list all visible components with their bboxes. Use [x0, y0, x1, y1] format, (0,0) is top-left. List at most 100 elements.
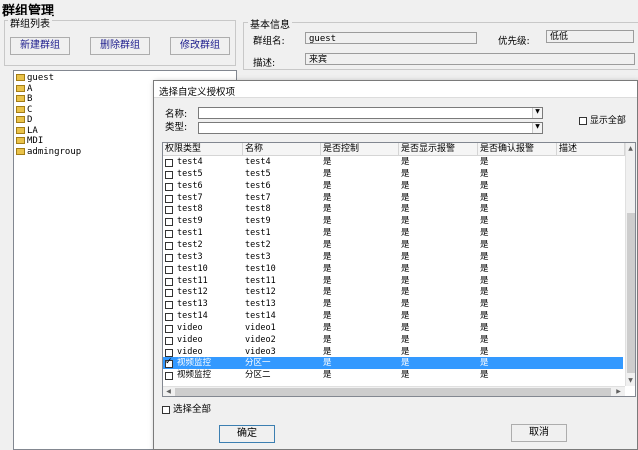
- priority-field[interactable]: 低低: [546, 30, 634, 43]
- table-row[interactable]: 视频监控 分区一 是 是 是: [163, 357, 623, 370]
- cell-confirm-alarm: 是: [480, 180, 489, 191]
- row-checkbox[interactable]: [165, 313, 173, 322]
- column-header-confirm-alarm[interactable]: 是否确认报警: [478, 143, 557, 155]
- row-checkbox[interactable]: [165, 289, 173, 298]
- dialog-titlebar[interactable]: 选择自定义授权项: [154, 81, 637, 98]
- cell-confirm-alarm: 是: [480, 157, 489, 167]
- row-checkbox[interactable]: [165, 170, 173, 179]
- chevron-down-icon[interactable]: ▼: [532, 123, 542, 133]
- row-checkbox[interactable]: [165, 357, 173, 369]
- table-row[interactable]: test11 test11 是 是 是: [163, 275, 623, 287]
- cell-confirm-alarm: 是: [480, 311, 489, 322]
- table-row[interactable]: test4 test4 是 是 是: [163, 156, 623, 168]
- table-row[interactable]: test9 test9 是 是 是: [163, 215, 623, 227]
- table-row[interactable]: test5 test5 是 是 是: [163, 168, 623, 180]
- chevron-down-icon[interactable]: ▼: [532, 108, 542, 118]
- tree-item-label: MDI: [27, 136, 44, 146]
- vertical-scrollbar[interactable]: ▲ ▼: [625, 143, 635, 386]
- column-header-show-alarm[interactable]: 是否显示报警: [399, 143, 478, 155]
- cell-show-alarm: 是: [401, 358, 410, 369]
- horizontal-scroll-thumb[interactable]: [175, 388, 611, 396]
- row-checkbox[interactable]: [165, 241, 173, 250]
- column-header-permission-type[interactable]: 权限类型: [163, 143, 243, 155]
- scroll-right-icon[interactable]: ▶: [614, 387, 623, 396]
- cell-type: test3: [177, 251, 203, 262]
- cell-name: test6: [245, 180, 271, 191]
- table-row[interactable]: test1 test1 是 是 是: [163, 227, 623, 239]
- row-checkbox[interactable]: [165, 194, 173, 203]
- cell-name: 分区二: [245, 370, 271, 381]
- scroll-up-icon[interactable]: ▲: [626, 144, 635, 153]
- name-filter-combo[interactable]: ▼: [198, 107, 543, 119]
- table-row[interactable]: test14 test14 是 是 是: [163, 310, 623, 322]
- row-checkbox[interactable]: [165, 336, 173, 345]
- table-row[interactable]: test8 test8 是 是 是: [163, 203, 623, 215]
- tree-item-label: guest: [27, 73, 55, 83]
- cell-confirm-alarm: 是: [480, 168, 489, 179]
- row-checkbox[interactable]: [165, 182, 173, 191]
- ok-button[interactable]: 确定: [219, 425, 275, 443]
- description-field[interactable]: 来宾: [305, 53, 635, 65]
- table-row[interactable]: video video3 是 是 是: [163, 346, 623, 358]
- tree-item[interactable]: admingroup: [16, 147, 81, 157]
- cell-control: 是: [323, 299, 332, 310]
- table-row[interactable]: test2 test2 是 是 是: [163, 239, 623, 251]
- table-row[interactable]: test6 test6 是 是 是: [163, 180, 623, 192]
- row-checkbox[interactable]: [165, 230, 173, 239]
- tree-item[interactable]: guest: [16, 73, 54, 83]
- tree-item[interactable]: C: [16, 105, 32, 115]
- delete-group-button[interactable]: 删除群组: [90, 37, 150, 55]
- checkbox-icon[interactable]: [579, 116, 587, 125]
- permission-list[interactable]: 权限类型 名称 是否控制 是否显示报警 是否确认报警 描述 test4 test4…: [162, 142, 636, 397]
- cell-confirm-alarm: 是: [480, 287, 489, 298]
- name-filter-label: 名称:: [165, 109, 188, 120]
- tree-item[interactable]: B: [16, 94, 32, 104]
- row-checkbox[interactable]: [165, 159, 173, 167]
- row-checkbox[interactable]: [165, 218, 173, 227]
- vertical-scroll-thumb[interactable]: [627, 213, 635, 373]
- table-row[interactable]: test13 test13 是 是 是: [163, 298, 623, 310]
- group-name-field[interactable]: guest: [305, 32, 477, 44]
- row-checkbox[interactable]: [165, 372, 173, 381]
- table-row[interactable]: 视频监控 分区二 是 是 是: [163, 369, 623, 381]
- new-group-button[interactable]: 新建群组: [10, 37, 70, 55]
- tree-item[interactable]: A: [16, 84, 32, 94]
- tree-item[interactable]: LA: [16, 126, 38, 136]
- select-all-checkbox[interactable]: 选择全部: [162, 401, 211, 415]
- column-header-name[interactable]: 名称: [243, 143, 321, 155]
- cell-control: 是: [323, 322, 332, 333]
- folder-icon: [16, 137, 25, 144]
- row-checkbox[interactable]: [165, 277, 173, 286]
- cell-name: test2: [245, 239, 271, 250]
- table-row[interactable]: test10 test10 是 是 是: [163, 263, 623, 275]
- cell-type: test4: [177, 157, 203, 167]
- column-header-description[interactable]: 描述: [557, 143, 625, 155]
- tree-item[interactable]: D: [16, 115, 32, 125]
- row-checkbox[interactable]: [165, 301, 173, 310]
- table-row[interactable]: video video2 是 是 是: [163, 334, 623, 346]
- type-filter-combo[interactable]: ▼: [198, 122, 543, 134]
- cell-show-alarm: 是: [401, 157, 410, 167]
- row-checkbox[interactable]: [165, 324, 173, 333]
- row-checkbox[interactable]: [165, 206, 173, 215]
- row-checkbox[interactable]: [165, 265, 173, 274]
- cancel-button[interactable]: 取消: [511, 424, 567, 442]
- checkbox-icon[interactable]: [162, 405, 170, 414]
- cell-control: 是: [323, 180, 332, 191]
- column-header-control[interactable]: 是否控制: [321, 143, 399, 155]
- tree-item[interactable]: MDI: [16, 136, 43, 146]
- cell-name: video1: [245, 322, 276, 333]
- modify-group-button[interactable]: 修改群组: [170, 37, 230, 55]
- table-row[interactable]: test12 test12 是 是 是: [163, 286, 623, 298]
- scroll-left-icon[interactable]: ◀: [164, 387, 173, 396]
- row-checkbox[interactable]: [165, 348, 173, 357]
- cell-name: test12: [245, 287, 276, 298]
- scroll-down-icon[interactable]: ▼: [626, 376, 635, 385]
- show-all-checkbox[interactable]: 显示全部: [579, 113, 626, 126]
- table-row[interactable]: test3 test3 是 是 是: [163, 251, 623, 263]
- horizontal-scrollbar[interactable]: ◀ ▶: [163, 386, 625, 396]
- cell-show-alarm: 是: [401, 299, 410, 310]
- table-row[interactable]: video video1 是 是 是: [163, 322, 623, 334]
- row-checkbox[interactable]: [165, 253, 173, 262]
- table-row[interactable]: test7 test7 是 是 是: [163, 192, 623, 204]
